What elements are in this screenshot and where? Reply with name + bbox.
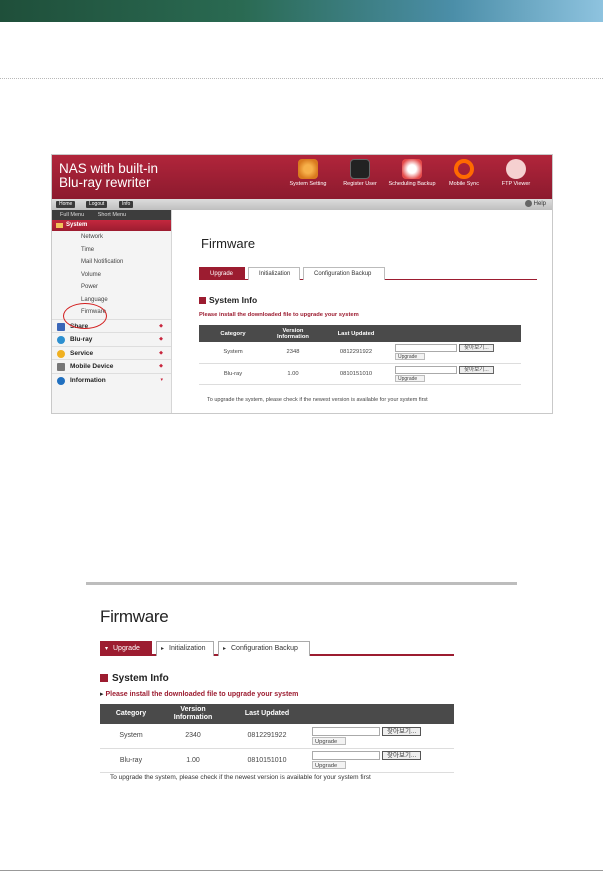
short-menu-toggle[interactable]: Short Menu	[98, 212, 126, 218]
expand-icon: ▾	[160, 376, 163, 383]
tab-bar: Upgrade Initialization Configuration Bac…	[199, 267, 537, 280]
tab-upgrade[interactable]: Upgrade	[100, 641, 152, 656]
page-header-banner	[0, 0, 603, 22]
scheduling-backup-shortcut[interactable]: Scheduling Backup	[386, 159, 438, 187]
table-row: System 2348 0812291922 찾아보기... Upgrade	[199, 342, 521, 364]
browse-button[interactable]: 찾아보기...	[382, 726, 422, 736]
system-setting-shortcut[interactable]: System Setting	[282, 159, 334, 187]
section-divider	[86, 582, 517, 585]
share-icon	[57, 322, 65, 331]
sidebar-item-information[interactable]: Information ▾	[52, 372, 171, 387]
sidebar-item-power[interactable]: Power	[52, 281, 171, 294]
mobile-sync-shortcut[interactable]: Mobile Sync	[438, 159, 490, 187]
firmware-panel-zoomed: Firmware Upgrade Initialization Configur…	[86, 590, 517, 790]
highlight-circle	[63, 303, 107, 329]
table-header: Category Version Information Last Update…	[199, 325, 521, 342]
tab-bar: Upgrade Initialization Configuration Bac…	[100, 641, 454, 656]
logout-button[interactable]: Logout	[86, 201, 108, 208]
firmware-table: Category Version Information Last Update…	[100, 704, 454, 773]
upgrade-hint: To upgrade the system, please check if t…	[110, 774, 371, 781]
app-title: NAS with built-in Blu-ray rewriter	[59, 161, 159, 190]
star-icon	[57, 349, 65, 358]
dotted-divider	[0, 78, 603, 79]
sidebar-item-time[interactable]: Time	[52, 244, 171, 257]
tab-configuration-backup[interactable]: Configuration Backup	[303, 267, 385, 280]
firmware-panel: Firmware Upgrade Initialization Configur…	[185, 210, 552, 413]
file-path-field[interactable]	[312, 726, 380, 736]
file-path-field[interactable]	[395, 365, 457, 374]
expand-icon: ◆	[159, 349, 163, 356]
tab-initialization[interactable]: Initialization	[248, 267, 300, 280]
browse-button[interactable]: 찾아보기...	[459, 365, 494, 374]
sync-icon	[454, 159, 474, 179]
upgrade-hint: To upgrade the system, please check if t…	[207, 397, 428, 403]
section-title: System Info	[100, 673, 169, 684]
install-note: Please install the downloaded file to up…	[100, 690, 298, 698]
page-title: Firmware	[100, 607, 169, 626]
section-bullet-icon	[100, 674, 108, 682]
search-icon	[506, 159, 526, 179]
disc-icon	[57, 336, 65, 344]
tab-configuration-backup[interactable]: Configuration Backup	[218, 641, 310, 656]
help-button[interactable]: Help	[524, 200, 546, 209]
nas-app-window: NAS with built-in Blu-ray rewriter Syste…	[51, 154, 553, 414]
menu-mode-bar: Full Menu Short Menu	[52, 210, 171, 220]
sidebar-item-mail-notification[interactable]: Mail Notification	[52, 256, 171, 269]
device-icon	[57, 363, 65, 371]
sidebar-item-volume[interactable]: Volume	[52, 269, 171, 282]
app-toolbar: Home Logout Info Help	[52, 199, 552, 210]
sidebar-item-bluray[interactable]: Blu-ray ◆	[52, 332, 171, 346]
page-title: Firmware	[201, 236, 256, 251]
info-icon	[57, 376, 65, 385]
expand-icon: ◆	[159, 336, 163, 342]
tab-initialization[interactable]: Initialization	[156, 641, 214, 656]
table-row: Blu-ray 1.00 0810151010 찾아보기... Upgrade	[100, 748, 454, 773]
sidebar-item-mobile-device[interactable]: Mobile Device ◆	[52, 359, 171, 373]
gear-icon	[298, 159, 318, 179]
tab-upgrade[interactable]: Upgrade	[199, 267, 245, 280]
upgrade-button[interactable]: Upgrade	[395, 353, 425, 361]
clock-icon	[402, 159, 422, 179]
table-row: System 2340 0812291922 찾아보기... Upgrade	[100, 724, 454, 749]
upgrade-button[interactable]: Upgrade	[312, 761, 346, 769]
install-note: Please install the downloaded file to up…	[199, 312, 359, 318]
table-header: Category Version Information Last Update…	[100, 704, 454, 724]
ftp-viewer-shortcut[interactable]: FTP Viewer	[490, 159, 542, 187]
full-menu-toggle[interactable]: Full Menu	[60, 212, 84, 218]
sidebar-item-language[interactable]: Language	[52, 294, 171, 307]
browse-button[interactable]: 찾아보기...	[459, 344, 494, 353]
user-icon	[350, 159, 370, 179]
file-path-field[interactable]	[312, 751, 380, 760]
sidebar-item-network[interactable]: Network	[52, 231, 171, 244]
help-icon	[524, 200, 532, 207]
footer-rule	[0, 870, 603, 871]
table-row: Blu-ray 1.00 0810151010 찾아보기... Upgrade	[199, 363, 521, 385]
sidebar-item-system[interactable]: System	[52, 220, 171, 231]
home-button[interactable]: Home	[56, 201, 76, 208]
app-header: NAS with built-in Blu-ray rewriter Syste…	[52, 155, 552, 199]
info-button[interactable]: Info	[119, 201, 134, 208]
expand-icon: ◆	[159, 322, 163, 329]
browse-button[interactable]: 찾아보기...	[382, 751, 422, 760]
expand-icon: ◆	[159, 363, 163, 369]
firmware-table: Category Version Information Last Update…	[199, 325, 521, 385]
sidebar-item-service[interactable]: Service ◆	[52, 345, 171, 360]
register-user-shortcut[interactable]: Register User	[334, 159, 386, 187]
header-shortcuts: System Setting Register User Scheduling …	[282, 159, 552, 199]
section-title: System Info	[199, 295, 257, 305]
section-bullet-icon	[199, 297, 206, 304]
upgrade-button[interactable]: Upgrade	[312, 736, 346, 745]
file-path-field[interactable]	[395, 344, 457, 353]
upgrade-button[interactable]: Upgrade	[395, 374, 425, 382]
